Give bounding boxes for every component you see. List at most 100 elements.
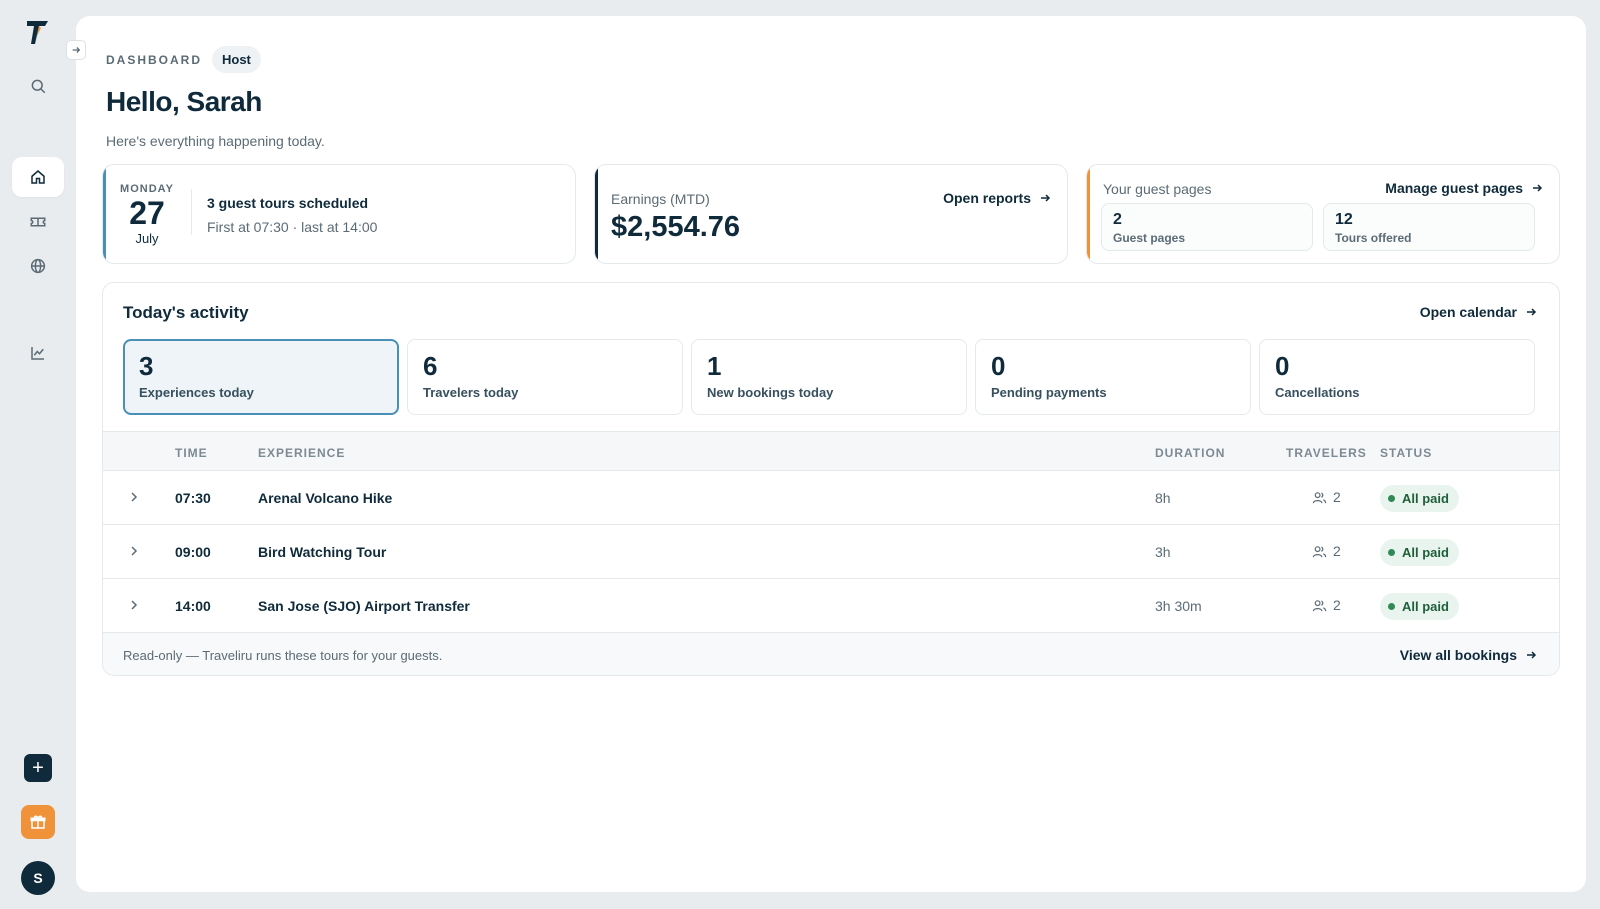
view-all-bookings-label: View all bookings bbox=[1399, 647, 1517, 663]
row-travelers: 2 bbox=[1312, 597, 1341, 613]
activity-panel: Today's activity Open calendar 3 Experie… bbox=[102, 282, 1560, 676]
earnings-label: Earnings (MTD) bbox=[611, 191, 710, 207]
table-header: TIME EXPERIENCE DURATION TRAVELERS STATU… bbox=[103, 431, 1559, 471]
tours-offered-stat[interactable]: 12 Tours offered bbox=[1323, 203, 1535, 251]
status-badge: All paid bbox=[1380, 593, 1459, 620]
sidebar-item-guest-pages[interactable] bbox=[12, 246, 64, 286]
earnings-card: Earnings (MTD) $2,554.76 Open reports bbox=[594, 164, 1068, 264]
schedule-detail: First at 07:30 · last at 14:00 bbox=[207, 219, 378, 235]
month: July bbox=[135, 231, 159, 246]
chevron-right-icon[interactable] bbox=[127, 598, 141, 612]
stat-value: 12 bbox=[1335, 211, 1353, 228]
tile-travelers-today[interactable]: 6 Travelers today bbox=[407, 339, 683, 415]
tile-value: 1 bbox=[707, 351, 722, 381]
row-travelers: 2 bbox=[1312, 543, 1341, 559]
traveler-count: 2 bbox=[1333, 489, 1341, 505]
arrow-right-icon bbox=[72, 47, 81, 53]
divider bbox=[191, 189, 192, 235]
tile-pending-payments[interactable]: 0 Pending payments bbox=[975, 339, 1251, 415]
chart-icon bbox=[31, 347, 44, 360]
breadcrumb-label: DASHBOARD bbox=[106, 52, 202, 67]
row-time: 07:30 bbox=[175, 490, 211, 506]
page-subtitle: Here's everything happening today. bbox=[106, 133, 325, 149]
add-button[interactable]: + bbox=[24, 754, 52, 782]
tile-cancellations[interactable]: 0 Cancellations bbox=[1259, 339, 1535, 415]
sidebar-item-reports[interactable] bbox=[12, 333, 64, 373]
status-dot bbox=[1388, 495, 1395, 502]
table-row[interactable]: 09:00 Bird Watching Tour 3h 2 All paid bbox=[103, 525, 1559, 579]
users-icon bbox=[1312, 545, 1327, 557]
row-experience: Bird Watching Tour bbox=[258, 544, 387, 560]
guest-pages-card: Your guest pages Manage guest pages 2 Gu… bbox=[1086, 164, 1560, 264]
tile-label: Experiences today bbox=[139, 384, 254, 400]
tile-label: New bookings today bbox=[707, 384, 834, 400]
tile-new-bookings-today[interactable]: 1 New bookings today bbox=[691, 339, 967, 415]
expand-sidebar-button[interactable] bbox=[66, 40, 86, 60]
globe-icon bbox=[30, 258, 46, 274]
main-panel: DASHBOARD Host Hello, Sarah Here's every… bbox=[76, 16, 1586, 892]
column-status: STATUS bbox=[1380, 446, 1433, 460]
tile-value: 0 bbox=[991, 351, 1006, 381]
stat-label: Tours offered bbox=[1335, 231, 1412, 245]
open-calendar-label: Open calendar bbox=[1419, 304, 1517, 320]
user-avatar[interactable]: S bbox=[21, 861, 55, 895]
breadcrumb: DASHBOARD Host bbox=[106, 46, 261, 73]
schedule-summary: 3 guest tours scheduled bbox=[207, 195, 369, 211]
view-all-bookings-link[interactable]: View all bookings bbox=[1400, 647, 1537, 663]
earnings-value: $2,554.76 bbox=[611, 211, 741, 243]
earnings-card-accent bbox=[595, 165, 598, 263]
open-reports-link[interactable]: Open reports bbox=[943, 190, 1051, 206]
tile-value: 0 bbox=[1275, 351, 1290, 381]
search-button[interactable] bbox=[12, 66, 64, 106]
status-label: All paid bbox=[1402, 599, 1449, 614]
stat-value: 2 bbox=[1113, 211, 1122, 228]
tile-value: 6 bbox=[423, 351, 438, 381]
stat-label: Guest pages bbox=[1113, 231, 1186, 245]
home-icon bbox=[31, 170, 45, 184]
row-duration: 3h 30m bbox=[1155, 598, 1202, 614]
status-dot bbox=[1388, 549, 1395, 556]
row-experience: Arenal Volcano Hike bbox=[258, 490, 393, 506]
sidebar-item-home[interactable] bbox=[12, 157, 64, 197]
guest-card-accent bbox=[1087, 165, 1090, 263]
footer-note: Read-only — Traveliru runs these tours f… bbox=[123, 648, 443, 663]
row-duration: 3h bbox=[1155, 544, 1171, 560]
table-row[interactable]: 07:30 Arenal Volcano Hike 8h 2 All paid bbox=[103, 471, 1559, 525]
guest-pages-label: Your guest pages bbox=[1103, 181, 1212, 197]
column-experience: EXPERIENCE bbox=[258, 446, 346, 460]
tile-label: Travelers today bbox=[423, 384, 519, 400]
traveler-count: 2 bbox=[1333, 597, 1341, 613]
column-duration: DURATION bbox=[1155, 446, 1226, 460]
open-calendar-link[interactable]: Open calendar bbox=[1420, 304, 1537, 320]
chevron-right-icon[interactable] bbox=[127, 544, 141, 558]
app-logo[interactable] bbox=[24, 18, 52, 46]
gift-button[interactable] bbox=[21, 805, 55, 839]
weekday: MONDAY bbox=[120, 183, 174, 195]
users-icon bbox=[1312, 491, 1327, 503]
page-title: Hello, Sarah bbox=[106, 86, 262, 117]
guest-pages-stat[interactable]: 2 Guest pages bbox=[1101, 203, 1313, 251]
arrow-right-icon bbox=[1527, 651, 1537, 659]
arrow-right-icon bbox=[1527, 308, 1537, 316]
status-dot bbox=[1388, 603, 1395, 610]
users-icon bbox=[1312, 599, 1327, 611]
column-travelers: TRAVELERS bbox=[1286, 446, 1367, 460]
row-time: 09:00 bbox=[175, 544, 211, 560]
date-card-accent bbox=[103, 165, 106, 263]
date-block: MONDAY 27 July bbox=[117, 183, 177, 246]
status-label: All paid bbox=[1402, 545, 1449, 560]
tile-experiences-today[interactable]: 3 Experiences today bbox=[123, 339, 399, 415]
sidebar-item-bookings[interactable] bbox=[12, 202, 64, 242]
date-card: MONDAY 27 July 3 guest tours scheduled F… bbox=[102, 164, 576, 264]
chevron-right-icon[interactable] bbox=[127, 490, 141, 504]
tile-label: Pending payments bbox=[991, 384, 1107, 400]
row-time: 14:00 bbox=[175, 598, 211, 614]
manage-guest-pages-link[interactable]: Manage guest pages bbox=[1385, 180, 1543, 196]
activity-title: Today's activity bbox=[123, 303, 249, 322]
sidebar: + S bbox=[0, 0, 76, 909]
tile-value: 3 bbox=[139, 351, 154, 381]
status-badge: All paid bbox=[1380, 485, 1459, 512]
table-row[interactable]: 14:00 San Jose (SJO) Airport Transfer 3h… bbox=[103, 579, 1559, 633]
status-badge: All paid bbox=[1380, 539, 1459, 566]
arrow-right-icon bbox=[1041, 194, 1051, 202]
